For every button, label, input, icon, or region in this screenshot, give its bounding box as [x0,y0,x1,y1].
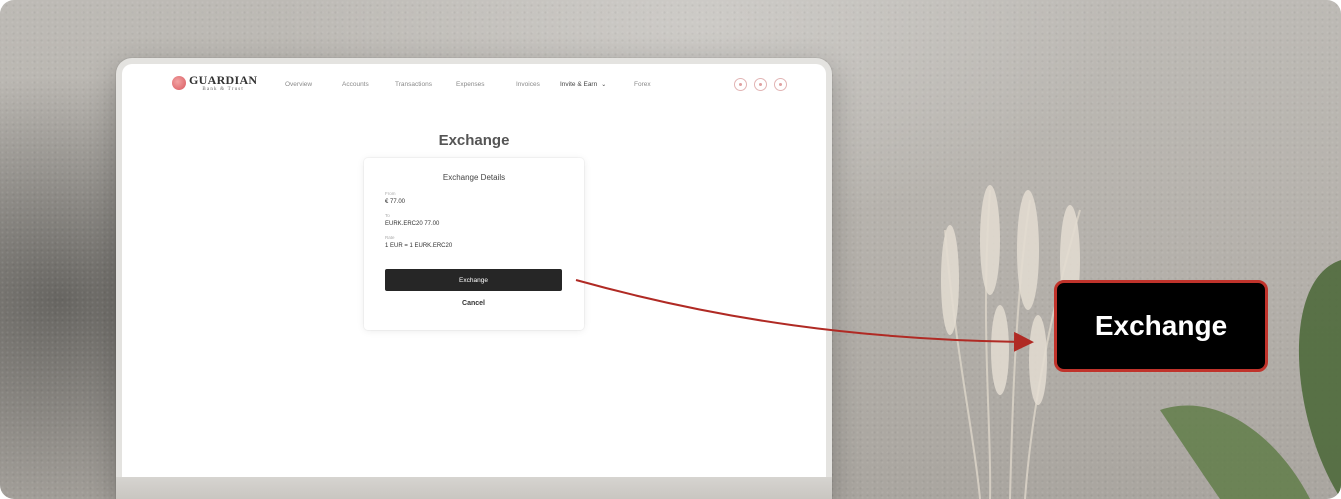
from-value: € 77.00 [385,199,406,205]
exchange-callout: Exchange [1054,280,1268,372]
laptop-frame: GUARDIAN Bank & Trust Overview Accounts … [116,58,832,499]
notification-icon[interactable] [734,78,747,91]
nav-expenses[interactable]: Expenses [456,81,485,88]
nav-invite-earn[interactable]: Invite & Earn ⌄ [560,81,606,88]
card-title: Exchange Details [442,173,506,182]
nav-invite-earn-label: Invite & Earn [560,81,598,88]
settings-icon[interactable] [774,78,787,91]
to-label: To [385,213,390,218]
nav-transactions[interactable]: Transactions [395,81,432,88]
nav-accounts[interactable]: Accounts [342,81,369,88]
user-icon[interactable] [754,78,767,91]
rate-label: Rate [385,235,395,240]
nav-forex[interactable]: Forex [634,81,651,88]
nav-invoices[interactable]: Invoices [516,81,540,88]
scene-background: GUARDIAN Bank & Trust Overview Accounts … [0,0,1341,499]
logo-icon [172,76,186,90]
to-value: EURK.ERC20 77.00 [385,221,440,227]
brand-logo[interactable]: GUARDIAN Bank & Trust [172,74,257,92]
exchange-button[interactable]: Exchange [385,269,562,291]
app-screen: GUARDIAN Bank & Trust Overview Accounts … [122,64,826,477]
cancel-button[interactable]: Cancel [385,300,562,312]
laptop-base [116,477,832,499]
top-navigation: GUARDIAN Bank & Trust Overview Accounts … [122,64,826,108]
nav-overview[interactable]: Overview [285,81,312,88]
brand-tagline: Bank & Trust [202,87,245,92]
chevron-down-icon: ⌄ [601,82,607,88]
rate-value: 1 EUR = 1 EURK.ERC20 [385,243,453,249]
page-title: Exchange [438,132,510,149]
brand-name: GUARDIAN [189,73,258,87]
from-label: From [385,191,396,196]
exchange-details-card: Exchange Details From € 77.00 To EURK.ER… [364,158,584,330]
